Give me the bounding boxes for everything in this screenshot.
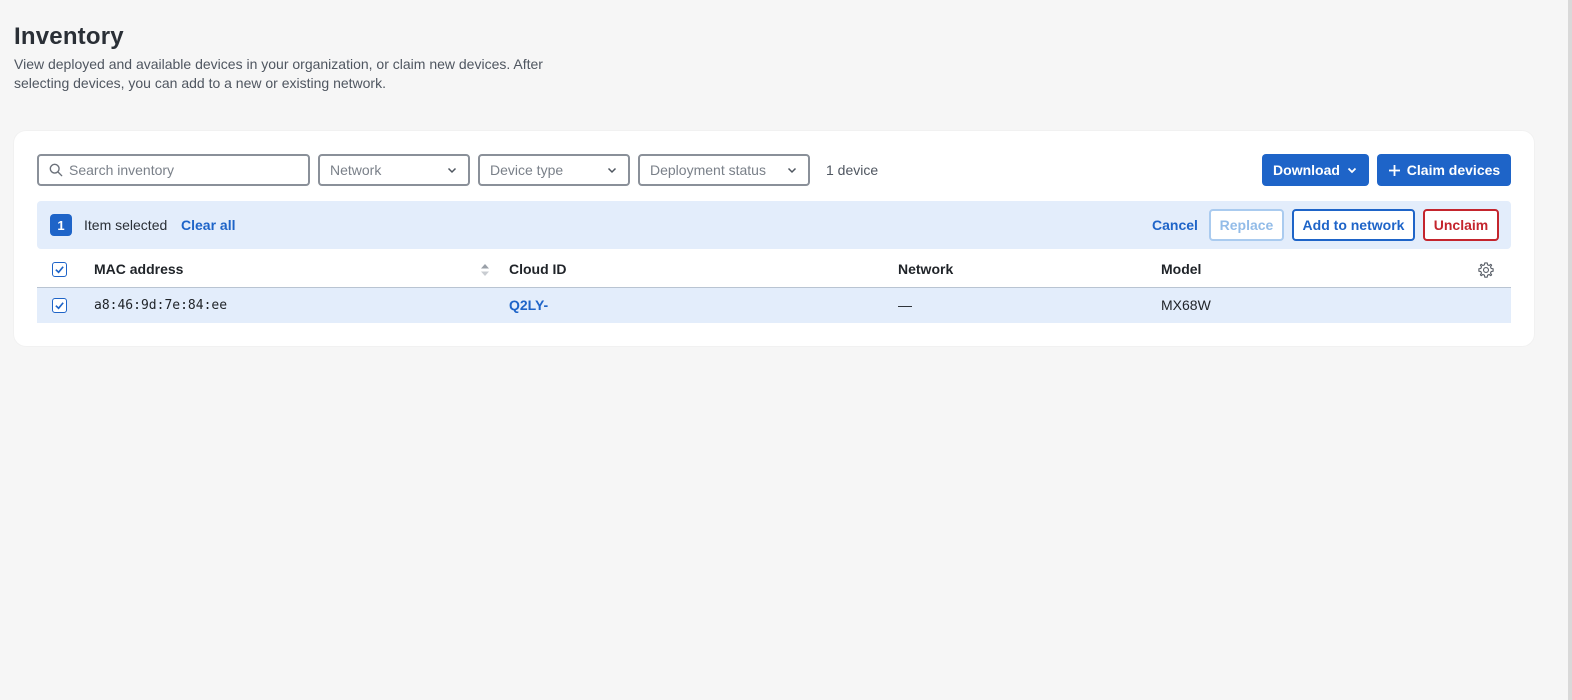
chevron-down-icon (1347, 167, 1357, 174)
column-network[interactable]: Network (898, 251, 953, 288)
search-icon (49, 163, 63, 177)
column-mac-address[interactable]: MAC address (94, 251, 183, 288)
deployment-status-select[interactable]: Deployment status (638, 154, 810, 186)
table-row[interactable]: a8:46:9d:7e:84:ee Q2LY- — MX68W (37, 288, 1511, 323)
sort-icon[interactable] (480, 263, 490, 277)
claim-devices-label: Claim devices (1406, 162, 1501, 178)
gear-icon[interactable] (1477, 261, 1495, 279)
chevron-down-icon (447, 167, 457, 174)
device-type-select-label: Device type (490, 162, 564, 178)
selection-bar: 1 Item selected Clear all Cancel Replace… (37, 201, 1511, 249)
window-edge (1568, 0, 1572, 700)
search-input[interactable] (69, 162, 289, 178)
device-count: 1 device (826, 162, 879, 178)
cell-cloud-id-link[interactable]: Q2LY- (509, 288, 548, 323)
toolbar: Network Device type Deployment status 1 … (37, 154, 1511, 186)
search-box[interactable] (37, 154, 310, 186)
unclaim-button[interactable]: Unclaim (1423, 209, 1499, 241)
deployment-status-select-label: Deployment status (650, 162, 766, 178)
chevron-down-icon (607, 167, 617, 174)
check-icon (55, 302, 64, 310)
cell-network: — (898, 297, 912, 313)
device-type-select[interactable]: Device type (478, 154, 630, 186)
download-button-label: Download (1273, 162, 1340, 178)
column-model[interactable]: Model (1161, 251, 1201, 288)
column-cloud-id[interactable]: Cloud ID (509, 251, 567, 288)
inventory-table: MAC address Cloud ID Network Model a8:46… (37, 251, 1511, 323)
page-description: View deployed and available devices in y… (14, 56, 543, 91)
inventory-card: Network Device type Deployment status 1 … (14, 131, 1534, 346)
claim-devices-button[interactable]: Claim devices (1377, 154, 1511, 186)
selected-label: Item selected (84, 217, 168, 233)
download-button[interactable]: Download (1262, 154, 1369, 186)
cancel-button[interactable]: Cancel (1139, 209, 1211, 241)
select-all-checkbox[interactable] (52, 262, 67, 277)
plus-icon (1388, 164, 1400, 176)
network-select-label: Network (330, 162, 382, 178)
cell-mac-address: a8:46:9d:7e:84:ee (94, 298, 228, 313)
row-checkbox[interactable] (52, 298, 67, 313)
replace-button[interactable]: Replace (1209, 209, 1284, 241)
selected-count-badge: 1 (50, 214, 72, 236)
check-icon (55, 266, 64, 274)
add-to-network-button[interactable]: Add to network (1292, 209, 1415, 241)
network-select[interactable]: Network (318, 154, 470, 186)
page-header: Inventory View deployed and available de… (14, 22, 614, 93)
table-header: MAC address Cloud ID Network Model (37, 251, 1511, 288)
cell-model: MX68W (1161, 297, 1211, 313)
chevron-down-icon (787, 167, 797, 174)
clear-all-link[interactable]: Clear all (181, 201, 235, 249)
page-title: Inventory (14, 23, 124, 50)
